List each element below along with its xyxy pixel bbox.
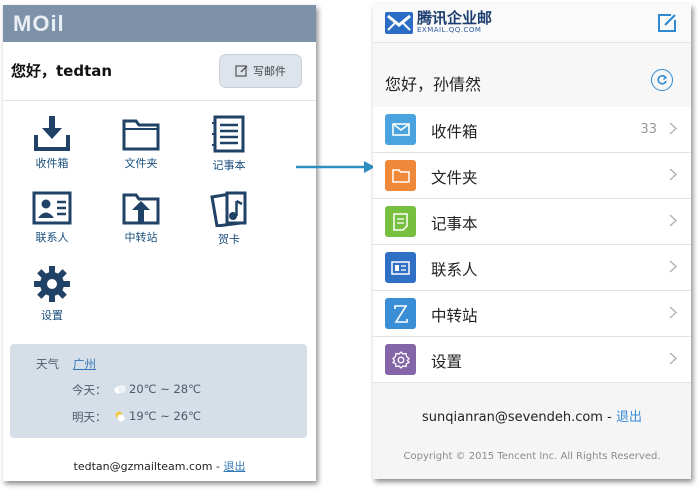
- gear-icon: [385, 344, 416, 375]
- brand: 腾讯企业邮 EXMAIL.QQ.COM: [417, 10, 492, 35]
- arrow-right-icon: [296, 161, 375, 173]
- weather-panel: 天气 广州 今天： 20℃ ~ 28℃ 明天： 19℃ ~ 26℃: [10, 344, 307, 438]
- grid-item-folder[interactable]: 文件夹: [111, 117, 171, 171]
- chevron-right-icon: [669, 214, 677, 227]
- compose-label: 写邮件: [253, 65, 286, 78]
- menu-item-label: 文件夹: [431, 169, 478, 187]
- chevron-right-icon: [669, 352, 677, 365]
- brand-name: 腾讯企业邮: [417, 9, 493, 27]
- refresh-icon: [657, 74, 668, 85]
- chevron-right-icon: [669, 168, 677, 181]
- top-bar: 腾讯企业邮 EXMAIL.QQ.COM: [373, 4, 691, 43]
- menu-item-label: 中转站: [431, 307, 478, 325]
- greeting-text: 您好，孙倩然: [385, 75, 482, 94]
- app-logo: MOil: [13, 11, 65, 36]
- grid-item-label: 中转站: [124, 231, 158, 244]
- grid-item-label: 记事本: [212, 159, 246, 172]
- grid-item-inbox[interactable]: 收件箱: [22, 115, 82, 171]
- account-email: tedtan@gzmailteam.com: [73, 460, 213, 473]
- grid-item-label: 贺卡: [218, 233, 240, 246]
- unread-count: 33: [640, 122, 657, 137]
- chevron-right-icon: [669, 306, 677, 319]
- menu-item-notes[interactable]: 记事本: [373, 199, 691, 245]
- menu-item-label: 收件箱: [431, 123, 478, 141]
- grid-item-label: 设置: [41, 309, 63, 322]
- top-bar: MOil: [3, 5, 316, 42]
- logout-link[interactable]: 退出: [223, 460, 245, 473]
- separator: -: [212, 460, 224, 473]
- today-label: 今天：: [72, 383, 107, 397]
- grid-item-transfer[interactable]: 中转站: [111, 191, 171, 245]
- tomorrow-range: 19℃ ~ 26℃: [129, 409, 202, 423]
- chevron-right-icon: [669, 260, 677, 273]
- inbox-download-icon: [34, 116, 70, 151]
- compose-icon: [235, 65, 248, 77]
- contact-card-icon: [32, 191, 72, 225]
- grid-item-settings[interactable]: 设置: [22, 265, 82, 323]
- menu-item-label: 记事本: [431, 215, 478, 233]
- exmail-app-screen: 腾讯企业邮 EXMAIL.QQ.COM 您好，孙倩然 收件箱 33 文件夹 记事…: [373, 4, 691, 479]
- grid-item-contacts[interactable]: 联系人: [22, 191, 82, 245]
- menu-item-inbox[interactable]: 收件箱 33: [373, 107, 691, 153]
- account-footer: tedtan@gzmailteam.com - 退出: [3, 458, 316, 474]
- brand-domain: EXMAIL.QQ.COM: [417, 26, 482, 34]
- greeting-row: 您好，tedtan 写邮件: [3, 42, 316, 101]
- menu-item-label: 设置: [431, 353, 463, 371]
- transfer-icon: [385, 298, 416, 329]
- contact-card-icon: [385, 252, 416, 283]
- logout-link[interactable]: 退出: [616, 410, 642, 425]
- note-icon: [385, 206, 416, 237]
- gear-icon: [34, 266, 70, 302]
- refresh-button[interactable]: [651, 69, 673, 91]
- menu-item-label: 联系人: [431, 261, 478, 279]
- grid-item-greeting-card[interactable]: 贺卡: [199, 189, 259, 247]
- compose-icon[interactable]: [657, 13, 677, 33]
- greeting-text: 您好，tedtan: [11, 62, 113, 80]
- transfer-folder-icon: [122, 193, 160, 225]
- menu-item-transfer[interactable]: 中转站: [373, 291, 691, 337]
- tomorrow-label: 明天：: [72, 410, 107, 424]
- copyright-text: Copyright © 2015 Tencent Inc. All Rights…: [403, 451, 661, 462]
- grid-item-notebook[interactable]: 记事本: [199, 115, 259, 173]
- today-range: 20℃ ~ 28℃: [129, 382, 202, 396]
- weather-city-link[interactable]: 广州: [73, 356, 96, 372]
- chevron-right-icon: [669, 122, 677, 135]
- menu-list: 收件箱 33 文件夹 记事本 联系人 中转站 设置: [373, 107, 691, 383]
- grid-item-label: 收件箱: [35, 157, 69, 170]
- old-mail-app-screen: MOil 您好，tedtan 写邮件 收件箱 文件夹 记事本 联系人 中转站 贺…: [3, 5, 316, 481]
- weather-label: 天气: [36, 357, 59, 371]
- menu-item-settings[interactable]: 设置: [373, 337, 691, 383]
- menu-item-folders[interactable]: 文件夹: [373, 153, 691, 199]
- notebook-icon: [212, 115, 245, 153]
- grid-item-label: 联系人: [35, 231, 69, 244]
- folder-icon: [122, 119, 160, 151]
- sun-cloud-icon: [115, 411, 125, 422]
- menu-item-contacts[interactable]: 联系人: [373, 245, 691, 291]
- folder-icon: [385, 160, 416, 191]
- exmail-logo-icon: [385, 12, 413, 34]
- separator: -: [602, 410, 616, 425]
- compose-button[interactable]: 写邮件: [219, 54, 302, 88]
- account-email: sunqianran@sevendeh.com: [422, 410, 603, 425]
- envelope-icon: [385, 114, 416, 145]
- cloudy-icon: [114, 385, 126, 394]
- grid-item-label: 文件夹: [124, 157, 158, 170]
- account-footer: sunqianran@sevendeh.com - 退出: [373, 406, 691, 425]
- music-card-icon: [210, 191, 247, 227]
